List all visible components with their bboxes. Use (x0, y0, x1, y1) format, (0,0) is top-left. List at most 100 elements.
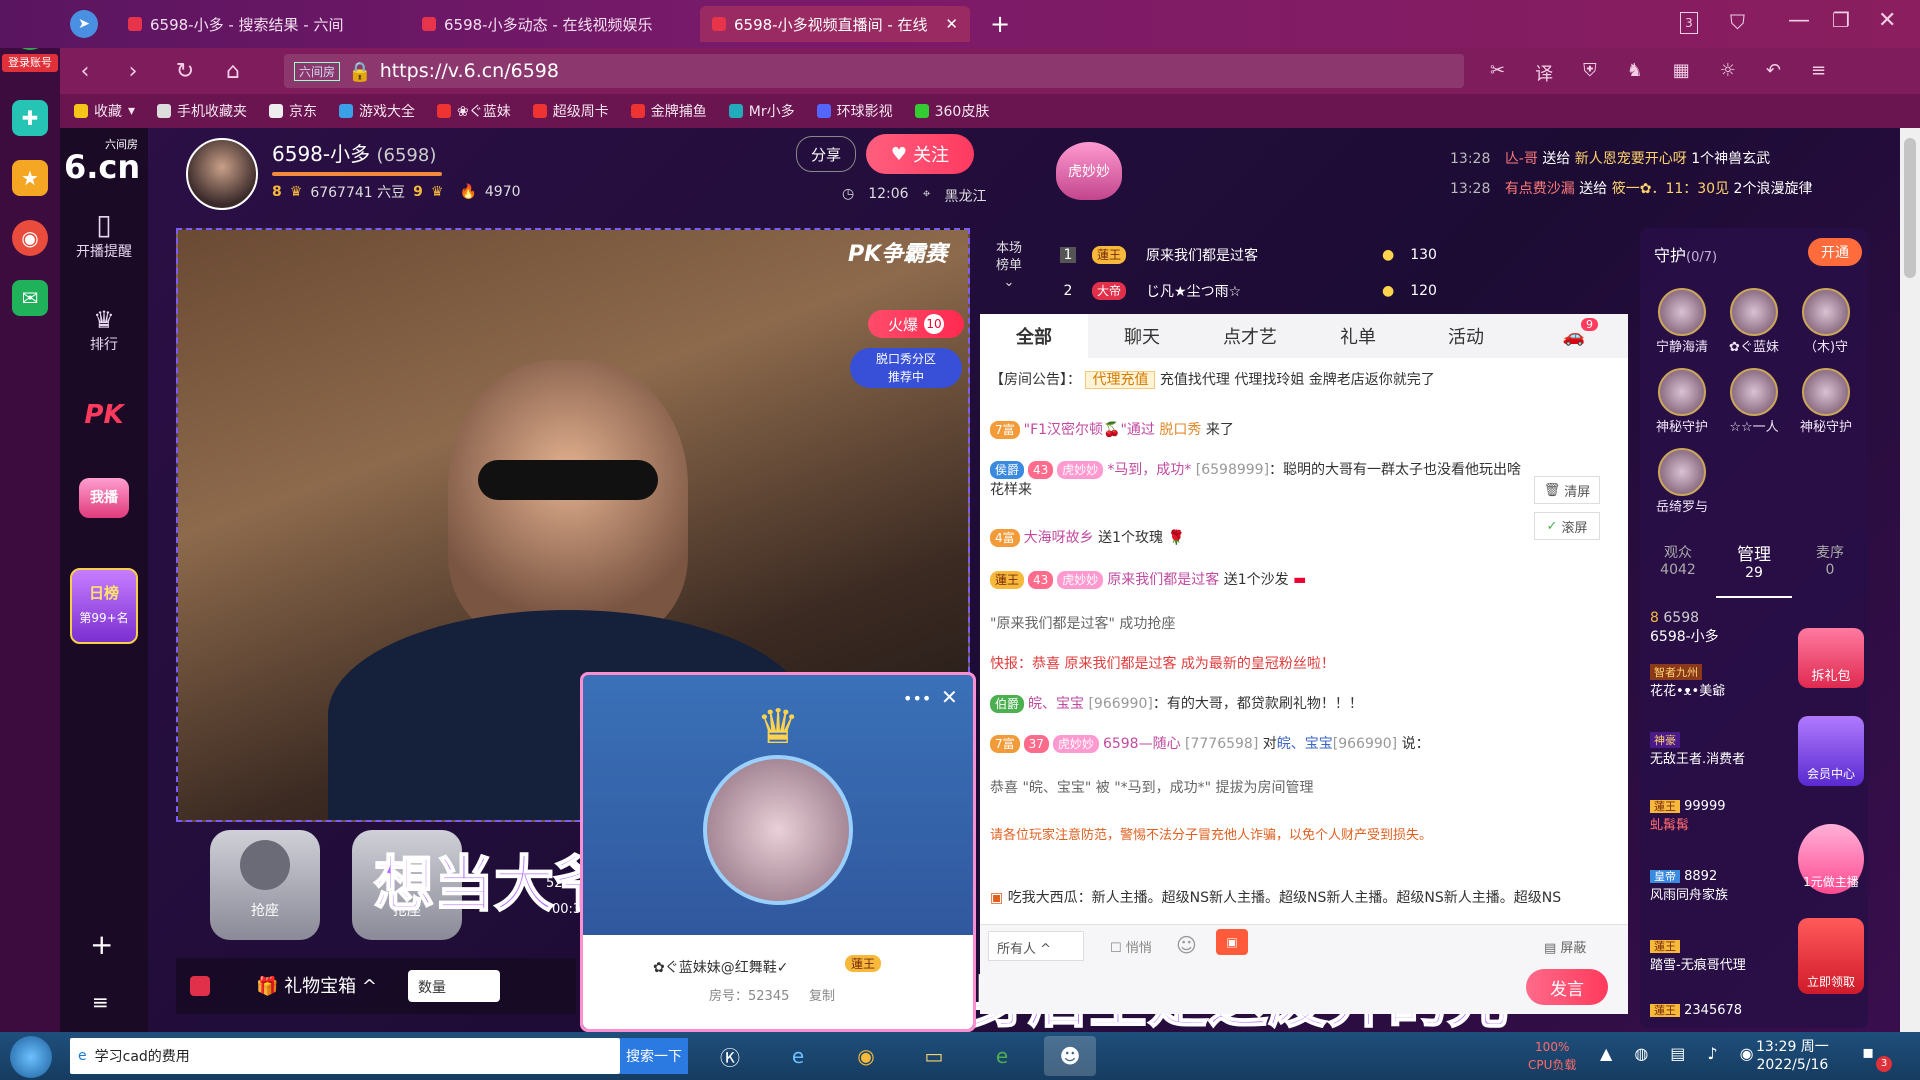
popup-avatar[interactable] (703, 755, 853, 905)
whisper-checkbox[interactable]: ☐ 悄悄 (1110, 937, 1152, 956)
bookmark-mrxiaoduo[interactable]: Mr小多 (728, 101, 795, 121)
guard-avatar[interactable] (1730, 368, 1778, 416)
quantity-field[interactable]: 数量 (408, 970, 500, 1002)
notification-icon[interactable]: ▪ (1862, 1042, 1874, 1063)
tab-live-room[interactable]: 6598-小多视频直播间 - 在线 ✕ (700, 6, 970, 42)
grid-icon[interactable]: ▦ (1673, 60, 1690, 86)
guard-avatar[interactable] (1658, 448, 1706, 496)
seat-1[interactable]: 抢座 (210, 830, 320, 940)
360-browser-icon[interactable]: e (976, 1036, 1028, 1076)
bookmark-fishing[interactable]: 金牌捕鱼 (630, 101, 707, 121)
guard-avatar[interactable] (1658, 368, 1706, 416)
list-icon[interactable]: ≡ (92, 990, 109, 1014)
gift-box-button[interactable]: 🎁 礼物宝箱 ^ (256, 972, 377, 998)
share-button[interactable]: 分享 (796, 136, 856, 172)
volume-icon[interactable]: ♪ (1707, 1044, 1717, 1063)
tab-gifts[interactable]: 礼单 (1304, 314, 1412, 358)
browser-home-icon[interactable]: ➤ (70, 10, 98, 38)
promo-gift-pack[interactable]: 拆礼包 (1798, 628, 1864, 688)
nav-live-reminder[interactable]: ▯ 开播提醒 (60, 208, 148, 261)
nav-ranking[interactable]: ♛ 排行 (60, 306, 148, 354)
bookmark-weekcard[interactable]: 超级周卡 (532, 101, 609, 121)
site-logo[interactable]: 六间房 6.cn (64, 136, 144, 183)
gift-icon[interactable] (190, 976, 210, 996)
live-app-icon[interactable]: ☻ (1044, 1036, 1096, 1076)
tab-chat[interactable]: 聊天 (1088, 314, 1196, 358)
bookmark-lanmei[interactable]: ❀ぐ蓝妹 (437, 101, 511, 121)
audience-item[interactable]: 蓮王 2345678 (1650, 1002, 1800, 1018)
recommend-badge[interactable]: 脱口秀分区 推荐中 (850, 348, 962, 388)
chrome-icon[interactable]: ◉ (840, 1036, 892, 1076)
page-scrollbar[interactable] (1900, 128, 1920, 1032)
guard-avatar[interactable] (1658, 288, 1706, 336)
audience-item[interactable]: 蓮王 踏雪-无痕哥代理 (1650, 938, 1800, 973)
fire-badge[interactable]: 火爆 10 (868, 310, 964, 338)
app-icon[interactable]: ✚ (12, 100, 48, 136)
folder-icon[interactable]: ▭ (908, 1036, 960, 1076)
recipient-select[interactable]: 所有人 ^ (988, 931, 1084, 961)
popup-copy-button[interactable]: 复制 (809, 985, 835, 1004)
nav-pk[interactable]: PK (60, 400, 148, 430)
start-button[interactable] (10, 1036, 52, 1078)
announcement-tag[interactable]: 代理充值 (1085, 371, 1156, 389)
game-icon[interactable]: ♞ (1627, 60, 1643, 86)
audience-item[interactable]: 8 6598 6598-小多 (1650, 610, 1719, 646)
promo-claim-now[interactable]: 立即领取 (1798, 918, 1864, 994)
block-button[interactable]: ▤ 屏蔽 (1544, 937, 1586, 956)
menu-icon[interactable]: ≡ (1811, 60, 1826, 86)
shield-icon[interactable]: ⛨ (1583, 60, 1597, 86)
bookmark-movies[interactable]: 环球影视 (816, 101, 893, 121)
url-field[interactable]: 六间房 🔒 https://v.6.cn/6598 (284, 54, 1464, 88)
k-app-icon[interactable]: Ⓚ (704, 1036, 756, 1076)
audience-item[interactable]: 神豪 无敌王者.消费者 (1650, 732, 1780, 767)
taskbar-search-input[interactable]: e 学习cad的费用 (70, 1038, 620, 1074)
new-tab-button[interactable]: + (990, 10, 1010, 38)
home-icon[interactable]: ⌂ (218, 56, 248, 86)
emoji-icon[interactable]: ☺ (1176, 933, 1197, 957)
tab-talent[interactable]: 点才艺 (1196, 314, 1304, 358)
forward-icon[interactable]: › (118, 56, 148, 86)
guard-open-button[interactable]: 开通 (1808, 238, 1862, 266)
tab-dynamics[interactable]: 6598-小多动态 - 在线视频娱乐 (410, 6, 660, 42)
promo-become-streamer[interactable]: 1元做主播 (1798, 824, 1864, 894)
rank-row[interactable]: 1 蓮王 原来我们都是过客 ● 130 (1060, 240, 1580, 270)
undo-icon[interactable]: ↶ (1766, 60, 1781, 86)
audience-item[interactable]: 皇帝 8892 风雨同舟家族 (1650, 868, 1800, 903)
streamer-fan-badge[interactable]: 虎妙妙 (1056, 142, 1122, 200)
send-button[interactable]: 发言 (1526, 969, 1608, 1005)
tab-car[interactable]: 🚗 9 (1520, 314, 1628, 358)
tab-close-icon[interactable]: ✕ (945, 15, 958, 33)
taskbar-search-button[interactable]: 搜索一下 (620, 1038, 688, 1074)
weibo-icon[interactable]: ◉ (12, 220, 48, 256)
tab-mic-queue[interactable]: 麦序 0 (1792, 534, 1868, 598)
nav-broadcast[interactable]: 我播 (60, 478, 148, 518)
daily-rank-badge[interactable]: 日榜 第99+名 (70, 568, 138, 644)
rank-row[interactable]: 2 大帝 じ凡★尘つ雨☆ ● 120 (1060, 276, 1580, 306)
brightness-icon[interactable]: ☼ (1720, 60, 1736, 86)
guard-avatar[interactable] (1802, 368, 1850, 416)
chevron-down-icon[interactable]: ⌄ (996, 274, 1022, 291)
reload-icon[interactable]: ↻ (170, 56, 200, 86)
bookmark-mobile[interactable]: 手机收藏夹 (157, 101, 247, 121)
mail-icon[interactable]: ✉ (12, 280, 48, 316)
star-icon[interactable]: ★ (12, 160, 48, 196)
shirt-icon[interactable]: ⛉ (1730, 10, 1745, 34)
scrollbar-thumb[interactable] (1904, 138, 1916, 278)
tab-admins[interactable]: 管理 29 (1716, 534, 1792, 598)
tray-360-icon[interactable]: ◍ (1634, 1044, 1648, 1063)
scroll-lock-button[interactable]: ✓ 滚屏 (1534, 512, 1600, 540)
follow-button[interactable]: ♥ 关注 (866, 134, 974, 174)
guard-avatar[interactable] (1730, 288, 1778, 336)
tab-viewers[interactable]: 观众 4042 (1640, 534, 1716, 598)
ie-icon[interactable]: e (772, 1036, 824, 1076)
login-button[interactable]: 登录账号 (2, 54, 58, 72)
network-icon[interactable]: ▤ (1670, 1044, 1685, 1063)
tray-arrow-icon[interactable]: ▲ (1600, 1044, 1612, 1063)
close-icon[interactable]: ✕ (941, 685, 958, 709)
clear-screen-button[interactable]: 🗑 清屏 (1534, 476, 1600, 504)
audience-item[interactable]: 智者九州 花花•ᴥ•美爺 (1650, 664, 1758, 699)
guard-avatar[interactable] (1802, 288, 1850, 336)
tray-app-icon[interactable]: ◉ (1740, 1044, 1754, 1063)
cut-icon[interactable]: ✂ (1490, 60, 1505, 86)
bookmark-jd[interactable]: 京东 (269, 101, 317, 121)
